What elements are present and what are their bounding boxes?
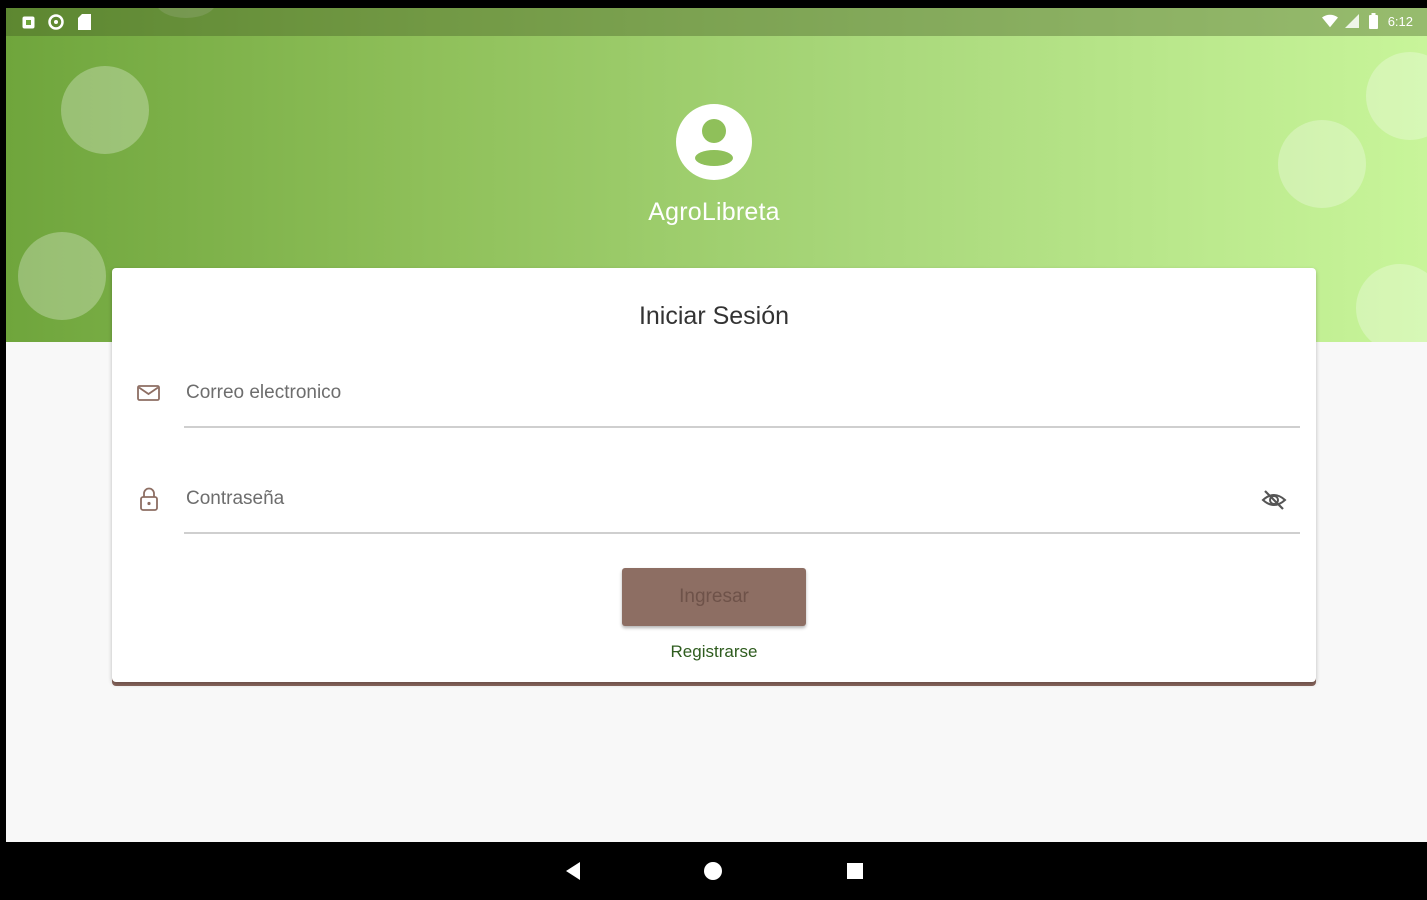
decorative-bubble — [1356, 264, 1427, 342]
decorative-bubble — [61, 66, 149, 154]
password-input[interactable] — [184, 482, 1248, 516]
notification-icon — [20, 14, 36, 30]
recents-icon[interactable] — [840, 856, 870, 886]
wifi-icon — [1321, 13, 1338, 29]
password-field — [136, 472, 1300, 534]
battery-icon — [1366, 13, 1382, 29]
navigation-bar — [0, 842, 1427, 900]
sync-icon — [48, 14, 64, 30]
decorative-bubble — [1366, 52, 1427, 140]
account-circle-icon — [676, 104, 752, 180]
device-screen: AgroLibreta 6:12 Iniciar Sesión Correo e… — [6, 8, 1427, 842]
back-icon[interactable] — [558, 856, 588, 886]
app-name: AgroLibreta — [648, 198, 780, 226]
signal-icon — [1344, 13, 1360, 29]
decorative-bubble — [1278, 120, 1366, 208]
home-icon[interactable] — [698, 856, 728, 886]
login-card: Iniciar Sesión Ingresar Reg — [112, 268, 1316, 682]
login-button[interactable]: Ingresar — [622, 568, 806, 626]
email-underline — [184, 426, 1300, 428]
sd-card-icon — [76, 14, 92, 30]
decorative-bubble — [18, 232, 106, 320]
login-title: Iniciar Sesión — [638, 302, 790, 330]
email-field — [136, 366, 1300, 428]
status-time: 6:12 — [1387, 13, 1413, 29]
lock-icon — [140, 487, 158, 511]
mail-icon — [137, 385, 160, 401]
eye-off-icon[interactable] — [1260, 486, 1288, 514]
register-link[interactable]: Registrarse — [112, 642, 1316, 662]
status-bar: 6:12 — [6, 8, 1427, 36]
email-input[interactable] — [184, 376, 1248, 410]
password-underline — [184, 532, 1300, 534]
